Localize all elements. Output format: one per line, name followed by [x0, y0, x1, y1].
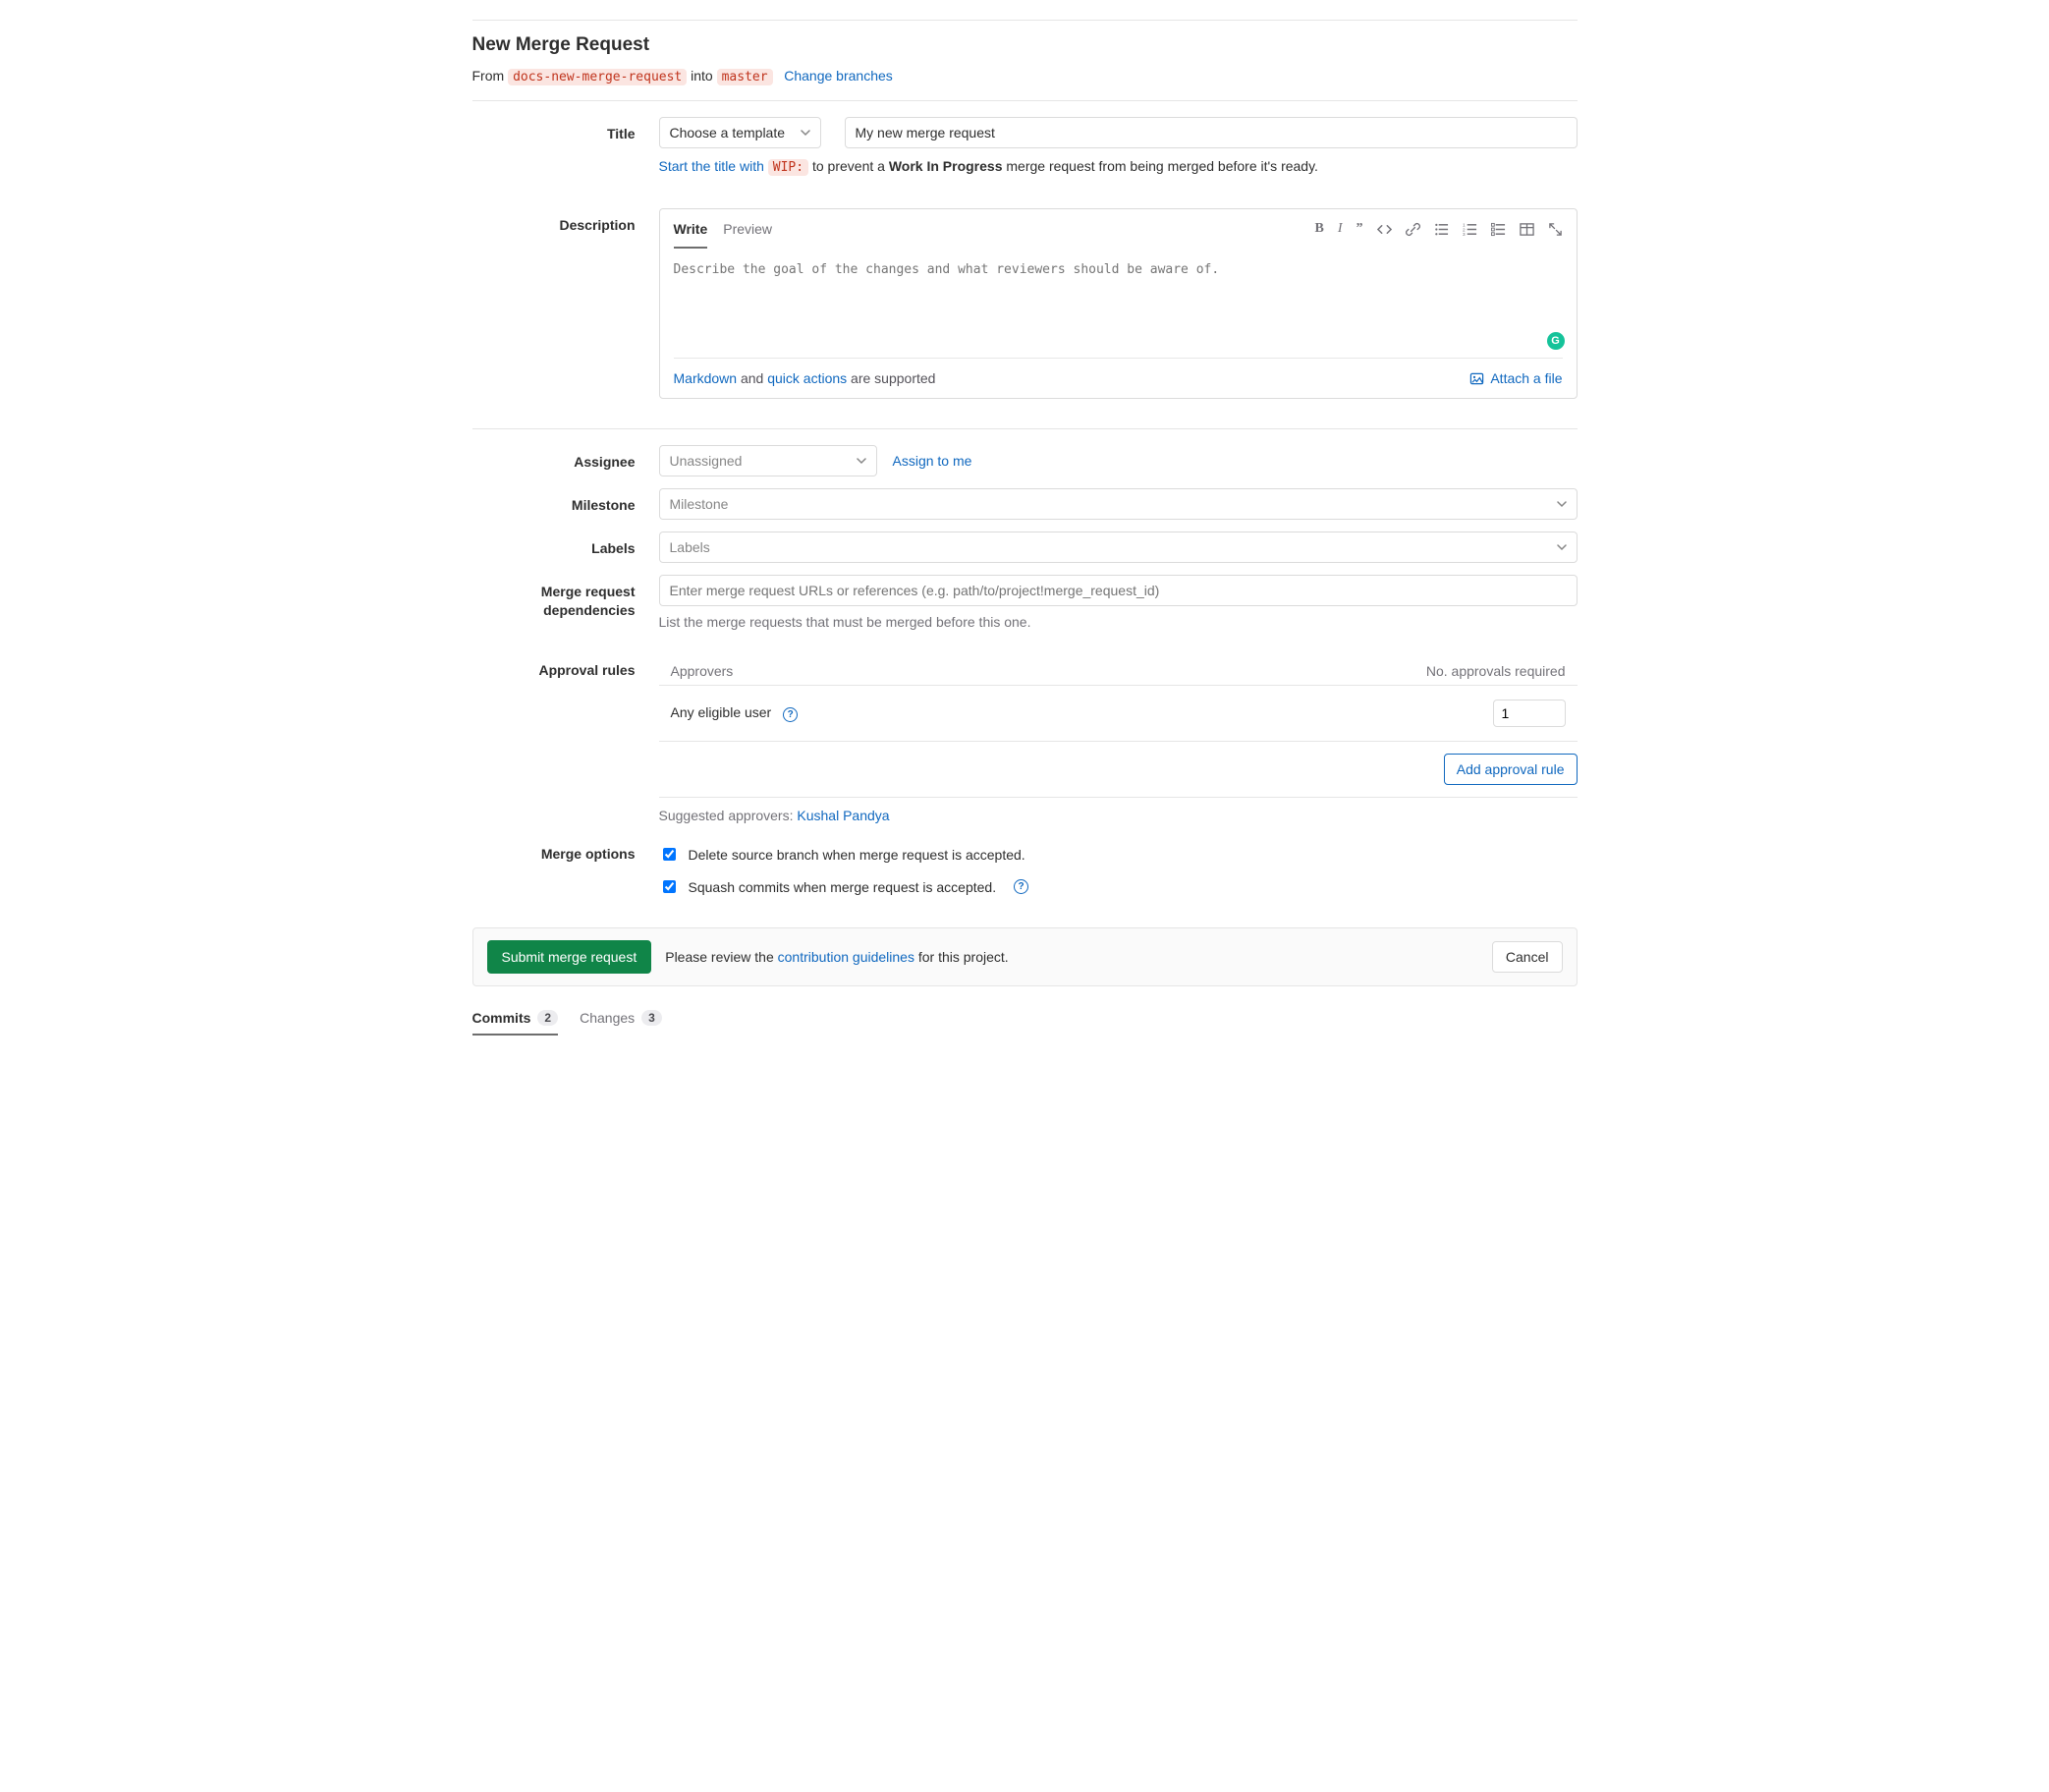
from-label: From: [472, 68, 505, 84]
attach-file-button[interactable]: Attach a file: [1469, 370, 1562, 386]
table-icon[interactable]: [1520, 222, 1534, 237]
wip-code: WIP:: [768, 159, 808, 176]
code-icon[interactable]: [1377, 222, 1392, 237]
tab-preview[interactable]: Preview: [723, 209, 772, 249]
task-list-icon[interactable]: [1491, 222, 1506, 237]
delete-branch-row[interactable]: Delete source branch when merge request …: [659, 845, 1578, 864]
squash-row[interactable]: Squash commits when merge request is acc…: [659, 877, 1578, 896]
milestone-dropdown[interactable]: Milestone: [659, 488, 1578, 520]
approvals-required-input[interactable]: [1493, 700, 1566, 727]
delete-branch-label: Delete source branch when merge request …: [689, 847, 1025, 863]
merge-options-label: Merge options: [472, 845, 659, 864]
into-label: into: [691, 68, 713, 84]
submit-button[interactable]: Submit merge request: [487, 940, 652, 974]
editor-toolbar: B I ” 123: [1314, 221, 1562, 237]
dependencies-input[interactable]: [659, 575, 1578, 606]
branch-line: From docs-new-merge-request into master …: [472, 68, 1578, 84]
svg-text:3: 3: [1463, 232, 1466, 237]
wip-hint-link[interactable]: Start the title with: [659, 158, 764, 174]
template-dropdown[interactable]: Choose a template: [659, 117, 821, 148]
squash-checkbox[interactable]: [663, 880, 676, 893]
tab-commits[interactable]: Commits 2: [472, 1000, 559, 1036]
template-dropdown-value: Choose a template: [670, 125, 786, 140]
approval-rule-row: Any eligible user ?: [659, 686, 1578, 742]
chevron-down-icon: [801, 128, 810, 138]
target-branch: master: [717, 69, 773, 85]
fullscreen-icon[interactable]: [1548, 222, 1563, 237]
quick-actions-link[interactable]: quick actions: [767, 370, 847, 386]
assignee-label: Assignee: [472, 445, 659, 472]
link-icon[interactable]: [1406, 222, 1420, 237]
approval-label: Approval rules: [472, 657, 659, 680]
title-input[interactable]: [845, 117, 1578, 148]
bold-icon[interactable]: B: [1314, 221, 1323, 237]
wip-hint-mid: to prevent a: [812, 158, 885, 174]
markdown-footer: Markdown and quick actions are supported: [674, 370, 936, 386]
italic-icon[interactable]: I: [1338, 221, 1343, 237]
assignee-dropdown[interactable]: Unassigned: [659, 445, 877, 476]
guidelines-link[interactable]: contribution guidelines: [778, 949, 914, 965]
wip-hint-bold: Work In Progress: [889, 158, 1003, 174]
title-label: Title: [472, 117, 659, 143]
add-approval-rule-button[interactable]: Add approval rule: [1444, 754, 1578, 785]
tab-write[interactable]: Write: [674, 209, 708, 249]
bullet-list-icon[interactable]: [1434, 222, 1449, 237]
description-editor: Write Preview B I ” 123: [659, 208, 1578, 399]
labels-label: Labels: [472, 532, 659, 558]
assign-to-me-link[interactable]: Assign to me: [893, 453, 972, 469]
chevron-down-icon: [857, 456, 866, 466]
commits-count: 2: [537, 1010, 558, 1026]
bottom-tabs: Commits 2 Changes 3: [472, 1000, 1578, 1036]
page-title: New Merge Request: [472, 34, 1578, 56]
squash-label: Squash commits when merge request is acc…: [689, 879, 997, 895]
change-branches-link[interactable]: Change branches: [784, 68, 893, 84]
review-text: Please review the contribution guideline…: [665, 949, 1008, 965]
description-textarea[interactable]: [660, 249, 1577, 355]
help-icon[interactable]: ?: [1014, 879, 1028, 894]
changes-count: 3: [641, 1010, 662, 1026]
chevron-down-icon: [1557, 499, 1567, 509]
submit-bar: Submit merge request Please review the c…: [472, 927, 1578, 986]
dependencies-help: List the merge requests that must be mer…: [659, 614, 1578, 630]
suggested-approver-link[interactable]: Kushal Pandya: [797, 808, 889, 823]
chevron-down-icon: [1557, 542, 1567, 552]
wip-hint-suffix: merge request from being merged before i…: [1006, 158, 1318, 174]
help-icon[interactable]: ?: [783, 707, 798, 722]
cancel-button[interactable]: Cancel: [1492, 941, 1563, 973]
grammarly-icon[interactable]: G: [1547, 332, 1565, 350]
labels-dropdown[interactable]: Labels: [659, 532, 1578, 563]
approval-rule-name: Any eligible user: [671, 704, 772, 720]
milestone-label: Milestone: [472, 488, 659, 515]
dependencies-label: Merge request dependencies: [472, 575, 659, 620]
tab-changes[interactable]: Changes 3: [580, 1000, 662, 1036]
col-approvers: Approvers: [671, 663, 734, 679]
suggested-approvers: Suggested approvers: Kushal Pandya: [659, 808, 1578, 823]
description-label: Description: [472, 208, 659, 235]
col-required: No. approvals required: [1426, 663, 1566, 679]
ordered-list-icon[interactable]: 123: [1463, 222, 1477, 237]
delete-branch-checkbox[interactable]: [663, 848, 676, 861]
source-branch: docs-new-merge-request: [508, 69, 687, 85]
markdown-link[interactable]: Markdown: [674, 370, 738, 386]
approval-header: Approvers No. approvals required: [659, 657, 1578, 686]
quote-icon[interactable]: ”: [1357, 221, 1363, 237]
